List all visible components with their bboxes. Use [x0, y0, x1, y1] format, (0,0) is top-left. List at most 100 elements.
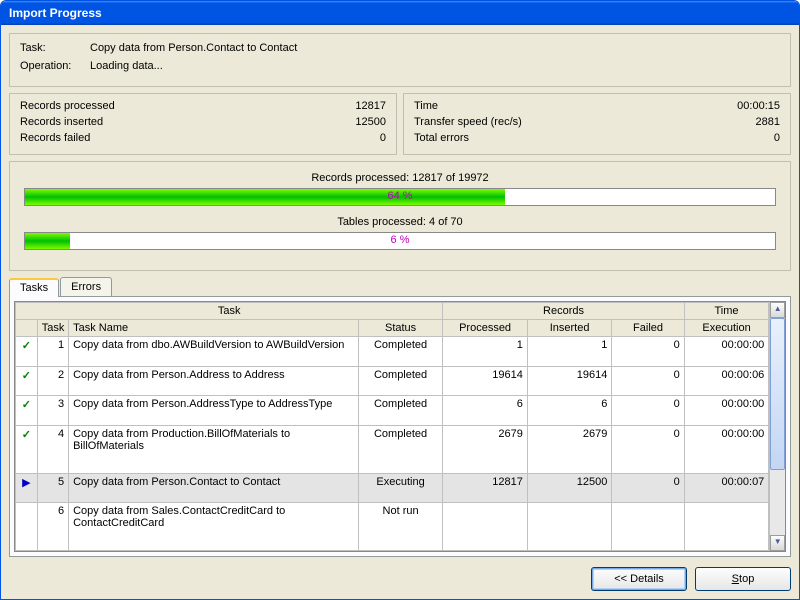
- stat-label: Total errors: [414, 132, 469, 144]
- row-name: Copy data from Person.AddressType to Add…: [69, 396, 359, 426]
- table-row[interactable]: ✓ 3Copy data from Person.AddressType to A…: [16, 396, 769, 426]
- row-icon: [16, 503, 38, 551]
- row-name: Copy data from Person.Contact to Contact: [69, 473, 359, 503]
- operation-label: Operation:: [20, 60, 90, 72]
- task-value: Copy data from Person.Contact to Contact: [90, 42, 297, 54]
- stat-label: Records processed: [20, 100, 115, 112]
- row-number: 5: [37, 473, 68, 503]
- header-status[interactable]: Status: [358, 320, 443, 337]
- tables-progress-bar: 6 %: [24, 232, 776, 250]
- row-failed: 0: [612, 473, 684, 503]
- records-progress-label: Records processed: 12817 of 19972: [24, 172, 776, 184]
- row-failed: [612, 503, 684, 551]
- row-processed: 1: [443, 337, 528, 367]
- header-failed[interactable]: Failed: [612, 320, 684, 337]
- scroll-up-icon[interactable]: ▲: [770, 302, 785, 318]
- play-icon: ▶: [22, 477, 30, 489]
- header-execution[interactable]: Execution: [684, 320, 769, 337]
- row-icon: ▶: [16, 473, 38, 503]
- row-status: Completed: [358, 396, 443, 426]
- stat-value: 0: [380, 132, 386, 144]
- tables-progress-text: 6 %: [25, 234, 775, 246]
- table-row[interactable]: ✓ 2Copy data from Person.Address to Addre…: [16, 366, 769, 396]
- row-number: 6: [37, 503, 68, 551]
- stop-button[interactable]: Stop: [695, 567, 791, 591]
- stat-value: 12817: [355, 100, 386, 112]
- table-row[interactable]: ✓1Copy data from dbo.AWBuildVersion to A…: [16, 337, 769, 367]
- row-number: 1: [37, 337, 68, 367]
- row-execution: 00:00:07: [684, 473, 769, 503]
- row-name: Copy data from Production.BillOfMaterial…: [69, 425, 359, 473]
- scroll-down-icon[interactable]: ▼: [770, 535, 785, 551]
- row-inserted: 19614: [527, 366, 612, 396]
- row-failed: 0: [612, 425, 684, 473]
- header-time-group[interactable]: Time: [684, 303, 769, 320]
- task-info-panel: Task: Copy data from Person.Contact to C…: [9, 33, 791, 87]
- header-inserted[interactable]: Inserted: [527, 320, 612, 337]
- table-row[interactable]: ▶ 5Copy data from Person.Contact to Conta…: [16, 473, 769, 503]
- operation-value: Loading data...: [90, 60, 163, 72]
- row-icon: ✓: [16, 396, 38, 426]
- stat-line: Records failed0: [20, 132, 386, 144]
- tables-progress-label: Tables processed: 4 of 70: [24, 216, 776, 228]
- table-row[interactable]: ✓4Copy data from Production.BillOfMateri…: [16, 425, 769, 473]
- table-row[interactable]: 6Copy data from Sales.ContactCreditCard …: [16, 503, 769, 551]
- row-processed: 12817: [443, 473, 528, 503]
- row-execution: 00:00:00: [684, 396, 769, 426]
- row-name: Copy data from Sales.ContactCreditCard t…: [69, 503, 359, 551]
- row-inserted: 6: [527, 396, 612, 426]
- header-task-group[interactable]: Task: [16, 303, 443, 320]
- row-number: 3: [37, 396, 68, 426]
- row-icon: ✓: [16, 366, 38, 396]
- task-grid-wrap: Task Records Time Task Task Name Status …: [14, 301, 786, 552]
- header-icon[interactable]: [16, 320, 38, 337]
- check-icon: ✓: [22, 399, 31, 411]
- row-number: 2: [37, 366, 68, 396]
- stat-value: 12500: [355, 116, 386, 128]
- stats-row: Records processed 12817 Records inserted12…: [9, 93, 791, 155]
- button-row: << Details Stop: [9, 563, 791, 591]
- scroll-track[interactable]: [770, 318, 785, 535]
- check-icon: ✓: [22, 429, 31, 441]
- tab-errors[interactable]: Errors: [60, 277, 112, 296]
- scroll-thumb[interactable]: [770, 318, 785, 470]
- row-status: Not run: [358, 503, 443, 551]
- header-task[interactable]: Task: [37, 320, 68, 337]
- row-processed: 19614: [443, 366, 528, 396]
- progress-panel: Records processed: 12817 of 19972 64 % T…: [9, 161, 791, 271]
- header-processed[interactable]: Processed: [443, 320, 528, 337]
- task-grid[interactable]: Task Records Time Task Task Name Status …: [15, 302, 769, 551]
- stat-line: Records processed 12817: [20, 100, 386, 112]
- stat-label: Transfer speed (rec/s): [414, 116, 522, 128]
- stat-label: Time: [414, 100, 438, 112]
- grid-scrollbar[interactable]: ▲ ▼: [769, 302, 785, 551]
- row-status: Completed: [358, 337, 443, 367]
- row-name: Copy data from dbo.AWBuildVersion to AWB…: [69, 337, 359, 367]
- stop-button-label: Stop: [732, 573, 755, 585]
- row-inserted: 12500: [527, 473, 612, 503]
- header-records-group[interactable]: Records: [443, 303, 684, 320]
- row-processed: 6: [443, 396, 528, 426]
- row-execution: [684, 503, 769, 551]
- stat-line: Transfer speed (rec/s) 2881: [414, 116, 780, 128]
- tabs-area: Tasks Errors Task Records: [9, 277, 791, 557]
- import-progress-window: Import Progress Task: Copy data from Per…: [0, 0, 800, 600]
- tab-tasks[interactable]: Tasks: [9, 278, 59, 297]
- row-execution: 00:00:06: [684, 366, 769, 396]
- row-status: Completed: [358, 366, 443, 396]
- titlebar[interactable]: Import Progress: [1, 1, 799, 25]
- row-name: Copy data from Person.Address to Address: [69, 366, 359, 396]
- row-icon: ✓: [16, 425, 38, 473]
- details-button[interactable]: << Details: [591, 567, 687, 591]
- check-icon: ✓: [22, 370, 31, 382]
- records-progress-bar: 64 %: [24, 188, 776, 206]
- check-icon: ✓: [22, 340, 31, 352]
- row-inserted: 2679: [527, 425, 612, 473]
- header-name[interactable]: Task Name: [69, 320, 359, 337]
- stat-line: Total errors0: [414, 132, 780, 144]
- row-execution: 00:00:00: [684, 337, 769, 367]
- window-title: Import Progress: [9, 6, 102, 20]
- stat-line: Records inserted12500: [20, 116, 386, 128]
- row-failed: 0: [612, 396, 684, 426]
- stat-value: 2881: [756, 116, 780, 128]
